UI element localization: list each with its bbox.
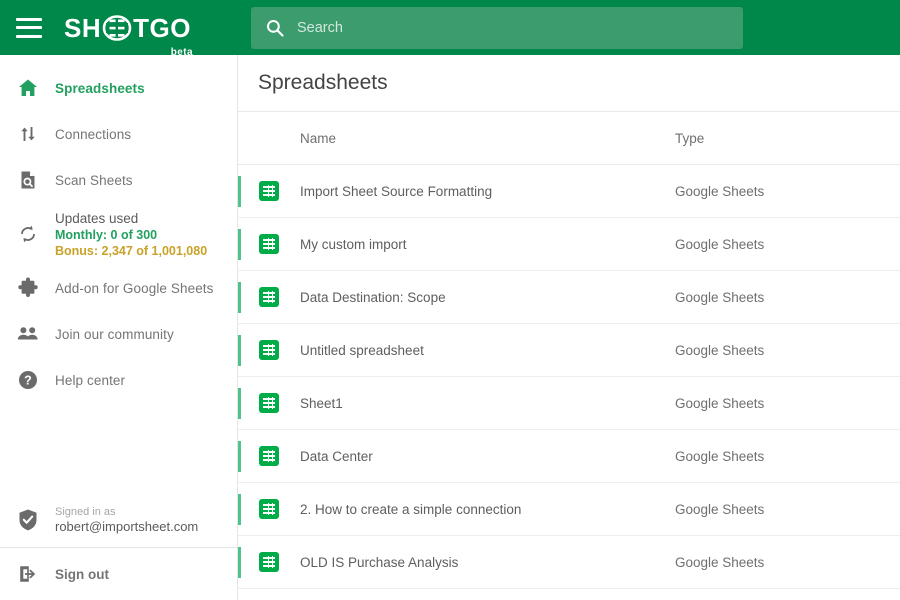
sync-refresh-icon <box>14 222 42 246</box>
sidebar-item-label: Connections <box>55 127 131 142</box>
sidebar-item-label: Help center <box>55 373 125 388</box>
signed-in-text: Signed in as robert@importsheet.com <box>55 506 198 534</box>
hamburger-bar <box>16 35 42 38</box>
row-name: 2. How to create a simple connection <box>300 502 675 517</box>
sidebar-item-label: Join our community <box>55 327 174 342</box>
row-type: Google Sheets <box>675 237 900 252</box>
sidebar-item-label: Scan Sheets <box>55 173 133 188</box>
table-row[interactable]: Import Sheet Source Formatting Google Sh… <box>238 165 900 218</box>
spreadsheets-table: Name Type Import Sheet Source Formatting… <box>238 112 900 589</box>
google-sheets-icon <box>259 181 279 201</box>
sidebar-primary-nav: Spreadsheets Connections <box>0 55 237 403</box>
sidebar-item-help-center[interactable]: ? Help center <box>0 357 237 403</box>
google-sheets-icon <box>259 287 279 307</box>
row-type: Google Sheets <box>675 396 900 411</box>
row-icon-cell <box>238 499 300 519</box>
row-icon-cell <box>238 393 300 413</box>
sidebar-item-label: Add-on for Google Sheets <box>55 281 214 296</box>
google-sheets-icon <box>259 552 279 572</box>
google-sheets-icon <box>259 234 279 254</box>
signed-in-label: Signed in as <box>55 506 198 518</box>
home-icon <box>14 76 42 100</box>
row-name: Data Destination: Scope <box>300 290 675 305</box>
sidebar-item-connections[interactable]: Connections <box>0 111 237 157</box>
table-row[interactable]: Untitled spreadsheet Google Sheets <box>238 324 900 377</box>
table-row[interactable]: My custom import Google Sheets <box>238 218 900 271</box>
row-icon-cell <box>238 446 300 466</box>
sign-out-button[interactable]: Sign out <box>0 548 237 600</box>
shield-check-icon <box>14 508 42 532</box>
question-mark-circle-icon: ? <box>14 368 42 392</box>
scan-document-icon <box>14 168 42 192</box>
row-icon-cell <box>238 234 300 254</box>
sidebar-item-addon-for-google-sheets[interactable]: Add-on for Google Sheets <box>0 265 237 311</box>
logo-text-right: TGO <box>133 15 191 41</box>
sheetgo-logo[interactable]: SH TGO beta <box>64 11 191 45</box>
table-row[interactable]: Sheet1 Google Sheets <box>238 377 900 430</box>
hamburger-bar <box>16 26 42 29</box>
row-type: Google Sheets <box>675 184 900 199</box>
logo-wordmark: SH TGO <box>64 11 191 45</box>
google-sheets-icon <box>259 340 279 360</box>
updates-title: Updates used <box>55 211 207 226</box>
row-icon-cell <box>238 552 300 572</box>
svg-text:?: ? <box>24 374 32 388</box>
app-root: SH TGO beta <box>0 0 900 600</box>
google-sheets-icon <box>259 393 279 413</box>
search-container <box>251 7 743 49</box>
row-type: Google Sheets <box>675 555 900 570</box>
row-type: Google Sheets <box>675 449 900 464</box>
sheetgo-circle-mark-icon <box>100 11 134 45</box>
search-icon <box>265 18 285 38</box>
sidebar-item-join-our-community[interactable]: Join our community <box>0 311 237 357</box>
row-name: OLD IS Purchase Analysis <box>300 555 675 570</box>
puzzle-piece-icon <box>14 276 42 300</box>
sidebar-item-spreadsheets[interactable]: Spreadsheets <box>0 65 237 111</box>
row-icon-cell <box>238 287 300 307</box>
signed-in-account: Signed in as robert@importsheet.com <box>0 493 237 547</box>
sidebar-spacer <box>0 403 237 493</box>
main-content: Spreadsheets Name Type Import Sheet S <box>238 55 900 600</box>
row-icon-cell <box>238 340 300 360</box>
app-header: SH TGO beta <box>0 0 900 55</box>
hamburger-menu-icon[interactable] <box>16 18 42 38</box>
table-header-row: Name Type <box>238 112 900 165</box>
sidebar: Spreadsheets Connections <box>0 55 238 600</box>
row-type: Google Sheets <box>675 343 900 358</box>
search-input[interactable] <box>297 20 729 36</box>
sign-out-label: Sign out <box>55 567 109 582</box>
google-sheets-icon <box>259 446 279 466</box>
app-body: Spreadsheets Connections <box>0 55 900 600</box>
sidebar-item-scan-sheets[interactable]: Scan Sheets <box>0 157 237 203</box>
table-row[interactable]: 2. How to create a simple connection Goo… <box>238 483 900 536</box>
transfer-arrows-icon <box>14 122 42 146</box>
row-type: Google Sheets <box>675 290 900 305</box>
google-sheets-icon <box>259 499 279 519</box>
row-name: Sheet1 <box>300 396 675 411</box>
sidebar-item-updates-used[interactable]: Updates used Monthly: 0 of 300 Bonus: 2,… <box>0 203 237 265</box>
table-row[interactable]: Data Destination: Scope Google Sheets <box>238 271 900 324</box>
table-row[interactable]: Data Center Google Sheets <box>238 430 900 483</box>
search-box[interactable] <box>251 7 743 49</box>
table-header-type: Type <box>675 131 900 146</box>
row-name: Untitled spreadsheet <box>300 343 675 358</box>
row-name: Import Sheet Source Formatting <box>300 184 675 199</box>
logo-text-left: SH <box>64 15 101 41</box>
row-name: Data Center <box>300 449 675 464</box>
updates-monthly: Monthly: 0 of 300 <box>55 228 207 242</box>
table-header-name: Name <box>300 131 675 146</box>
people-group-icon <box>14 322 42 346</box>
signed-in-email: robert@importsheet.com <box>55 519 198 534</box>
hamburger-bar <box>16 18 42 21</box>
row-icon-cell <box>238 181 300 201</box>
updates-bonus: Bonus: 2,347 of 1,001,080 <box>55 244 207 258</box>
row-type: Google Sheets <box>675 502 900 517</box>
updates-used-text: Updates used Monthly: 0 of 300 Bonus: 2,… <box>55 211 207 258</box>
table-row[interactable]: OLD IS Purchase Analysis Google Sheets <box>238 536 900 589</box>
page-title-bar: Spreadsheets <box>238 55 900 112</box>
page-title: Spreadsheets <box>258 71 388 95</box>
row-name: My custom import <box>300 237 675 252</box>
sidebar-item-label: Spreadsheets <box>55 81 145 96</box>
exit-arrow-icon <box>14 562 42 586</box>
